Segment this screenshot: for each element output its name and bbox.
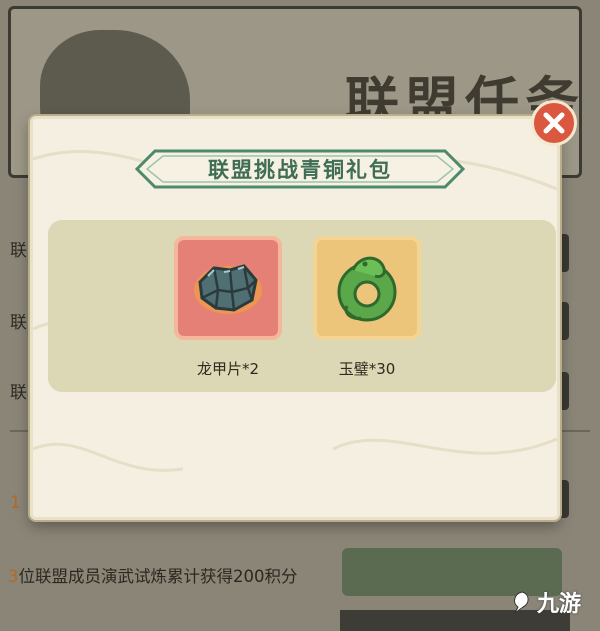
watermark: 九游 — [508, 586, 581, 618]
task-description: 3位联盟成员演武试炼累计获得200积分 — [8, 563, 298, 587]
background-row-label: 联 — [10, 241, 27, 261]
reward-item-jade-disc[interactable] — [313, 236, 421, 340]
nine-game-logo-icon — [514, 591, 529, 614]
task-number-partial: 1 — [10, 493, 21, 513]
reward-item-dragon-scale[interactable] — [174, 236, 282, 340]
reward-item-label: 玉璧*30 — [338, 360, 396, 378]
close-button[interactable] — [531, 100, 577, 146]
task-number: 3 — [8, 567, 19, 586]
jade-dragon-disc-icon — [337, 256, 397, 322]
close-icon — [543, 112, 565, 134]
rewards-area — [48, 220, 556, 392]
task-text: 位联盟成员演武试炼累计获得200积分 — [18, 567, 298, 586]
watermark-text: 九游 — [537, 592, 582, 617]
reward-item-label: 龙甲片*2 — [196, 360, 260, 378]
background-row-label: 联 — [10, 383, 27, 403]
popup-title: 联盟挑战青铜礼包 — [208, 158, 392, 182]
background-row-label: 联 — [10, 313, 27, 333]
dragon-scale-icon — [194, 264, 262, 314]
